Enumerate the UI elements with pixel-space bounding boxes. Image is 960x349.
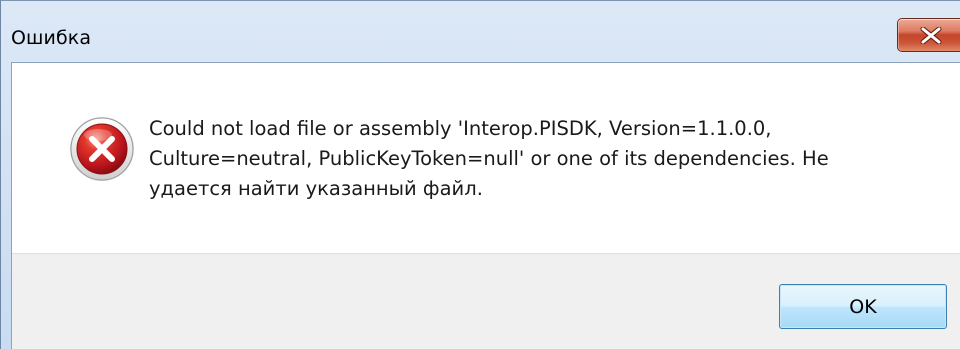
title-bar[interactable]: Ошибка — [1, 1, 960, 62]
ok-button[interactable]: OK — [779, 284, 947, 329]
message-area: Could not load file or assembly 'Interop… — [12, 63, 960, 253]
error-message: Could not load file or assembly 'Interop… — [149, 117, 829, 200]
window-title: Ошибка — [11, 27, 92, 49]
close-button[interactable] — [897, 18, 960, 52]
button-bar: OK — [12, 253, 960, 349]
dialog-content: Could not load file or assembly 'Interop… — [11, 62, 960, 349]
error-icon — [70, 117, 134, 181]
error-dialog: Ошибка Could not load file or assembly '… — [0, 0, 960, 349]
close-x-icon — [920, 27, 942, 44]
